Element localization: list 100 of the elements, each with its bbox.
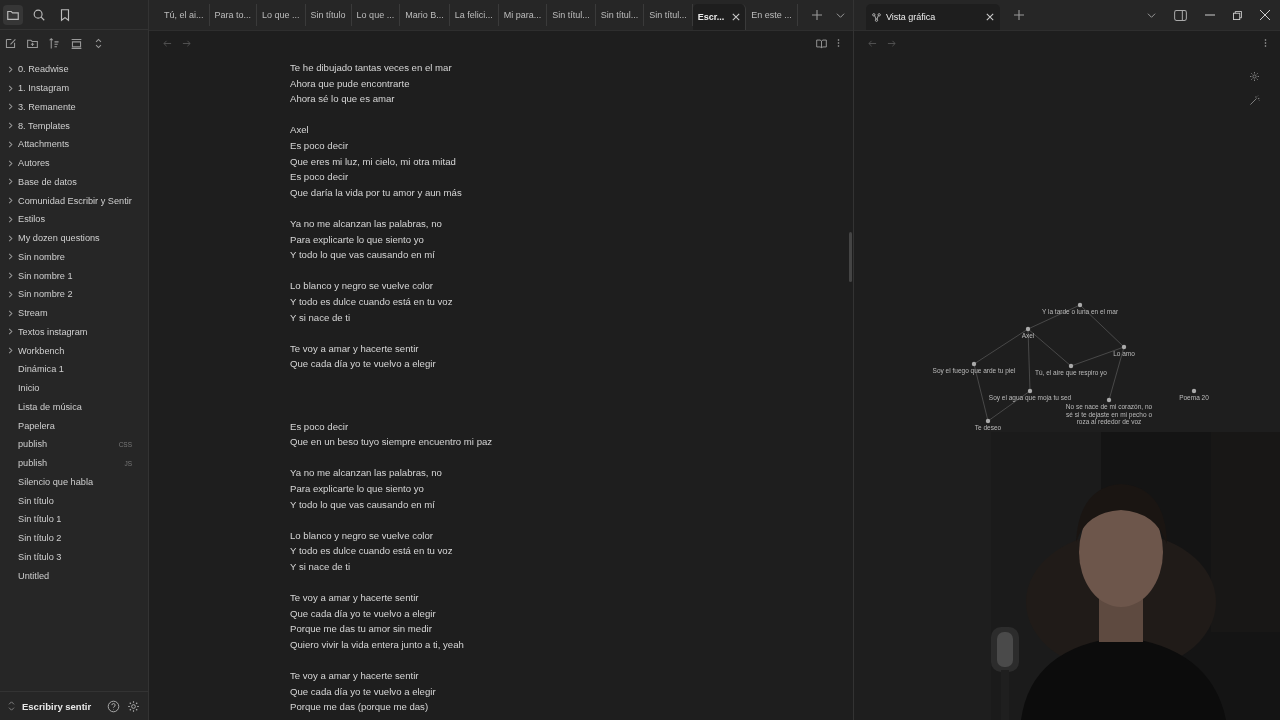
folder-item[interactable]: 3. Remanente [0,97,148,117]
new-note-icon[interactable] [4,37,17,50]
file-item[interactable]: Papelera [0,416,148,435]
collapse-icon[interactable] [70,37,83,50]
switch-vault-icon[interactable] [8,701,15,711]
folder-icon[interactable] [3,4,23,25]
text-line: Y todo lo que vas causando en mí [290,248,436,263]
settings-icon[interactable] [1249,71,1260,82]
text-line: Te voy a amar y hacerte sentir [290,669,420,684]
text-line: Y todo es dulce cuando está en tu voz [290,544,454,559]
tab[interactable]: Lo que ... [257,4,306,26]
folder-item[interactable]: Sin nombre [0,247,148,267]
graph-node[interactable] [1191,388,1197,394]
settings-icon[interactable] [127,699,140,713]
tab[interactable]: Mi para... [498,4,548,26]
text-line: Te he dibujado tantas veces en el mar [290,61,453,75]
text-line: Y todo es dulce cuando está en tu voz [290,294,454,309]
graph-node[interactable] [1121,344,1127,350]
vault-name[interactable]: Escribiry sentir [22,700,100,712]
more-options-icon[interactable] [837,38,840,48]
text-line: Axel [290,123,310,138]
close-icon[interactable] [732,13,741,21]
tab[interactable]: Sin título [305,4,352,26]
tab[interactable]: Lo que ... [351,4,401,26]
new-tab-icon[interactable] [811,10,822,20]
folder-item[interactable]: 1. Instagram [0,78,148,98]
sort-icon[interactable] [48,37,61,50]
graph-node[interactable] [971,361,977,367]
graph-node[interactable] [1025,326,1031,332]
folder-item[interactable]: Sin nombre 1 [0,266,148,285]
folder-item[interactable]: Attachments [0,135,148,154]
tab[interactable]: Tú, el ai... [159,4,210,26]
folder-item[interactable]: My dozen questions [0,228,148,248]
graph-node[interactable] [1077,302,1083,308]
sidebar-toggle-icon[interactable] [1174,9,1187,21]
text-line: Lo blanco y negro se vuelve color [290,528,434,543]
text-line: Lo blanco y negro se vuelve color [290,279,434,294]
folder-item[interactable]: Workbench [0,341,148,360]
tab[interactable]: En este ... [746,4,798,26]
text-line: Que daría la vida por tu amor y aun más [290,185,463,200]
more-options-icon[interactable] [1264,38,1267,48]
graph-node[interactable] [1068,363,1074,369]
text-line: Que eres mi luz, mi cielo, mi otra mitad [290,154,457,169]
magic-wand-icon[interactable] [1249,95,1260,106]
text-line: Y si nace de ti [290,310,352,325]
file-item[interactable]: Untitled [0,566,148,585]
tab[interactable]: La felici... [449,4,499,26]
tab[interactable]: Sin títul... [547,4,596,26]
new-tab-icon[interactable] [1014,10,1024,20]
graph-node[interactable] [985,418,991,424]
file-item[interactable]: Sin título 1 [0,510,148,529]
text-line: Es poco decir [290,170,350,185]
graph-node[interactable] [1027,388,1033,394]
reading-view-icon[interactable] [816,37,827,49]
close-icon[interactable] [986,13,994,21]
text-line: Ya no me alcanzan las palabras, no [290,216,443,231]
tab[interactable]: Sin títul... [595,4,645,26]
file-item[interactable]: Sin título [0,491,148,510]
chevron-down-icon[interactable] [835,10,845,20]
folder-item[interactable]: Stream [0,303,148,323]
folder-item[interactable]: 0. Readwise [0,60,148,79]
tab[interactable]: Escr... [692,4,747,30]
text-line: Te voy a amar y hacerte sentir [290,341,420,356]
text-line: Que cada día yo te vuelvo a elegir [290,357,437,372]
close-icon[interactable] [1260,10,1270,20]
graph-node[interactable] [1106,397,1112,403]
text-line: Que en un beso tuyo siempre encuentro mi paz [290,435,494,450]
folder-item[interactable]: Sin nombre 2 [0,285,148,304]
file-item[interactable]: Sin título 3 [0,547,148,567]
text-line: Que cada día yo te vuelvo a elegir [290,684,437,699]
tab[interactable]: Mario B... [400,4,450,26]
file-item[interactable]: Dinámica 1 [0,360,148,379]
text-line: Y si nace de ti [290,560,352,574]
file-item[interactable]: Inicio [0,378,148,398]
folder-item[interactable]: Comunidad Escribir y Sentir [0,191,148,210]
folder-item[interactable]: Textos instagram [0,322,148,342]
tab[interactable]: Sin títul... [644,4,693,26]
text-line: Es poco decir [290,138,350,153]
help-icon[interactable] [107,699,120,713]
folder-item[interactable]: 8. Templates [0,116,148,135]
folder-item[interactable]: Autores [0,153,148,173]
restore-icon[interactable] [1233,10,1242,20]
chevron-down-icon[interactable] [1147,10,1156,20]
folder-item[interactable]: Base de datos [0,172,148,192]
tab[interactable]: Vista gráfica [866,4,1000,30]
text-line: Para explicarte lo que siento yo [290,482,425,497]
file-item[interactable]: Silencio que habla [0,472,148,492]
text-line: Te voy a amar y hacerte sentir [290,591,420,606]
file-item[interactable]: Lista de música [0,397,148,417]
text-line: Porque me das tu amor sin medir [290,622,433,637]
tab[interactable]: Para to... [209,4,258,26]
graph-icon [872,12,881,22]
text-line: Para explicarte lo que siento yo [290,232,425,247]
folder-item[interactable]: Estilos [0,210,148,229]
text-line: Ya no me alcanzan las palabras, no [290,466,443,481]
text-line: Porque me das (porque me das) [290,700,430,715]
new-folder-icon[interactable] [26,37,39,50]
file-item[interactable]: Sin título 2 [0,528,148,548]
text-line: Ahora que pude encontrarte [290,76,411,91]
text-line: Que cada día yo te vuelvo a elegir [290,606,437,621]
